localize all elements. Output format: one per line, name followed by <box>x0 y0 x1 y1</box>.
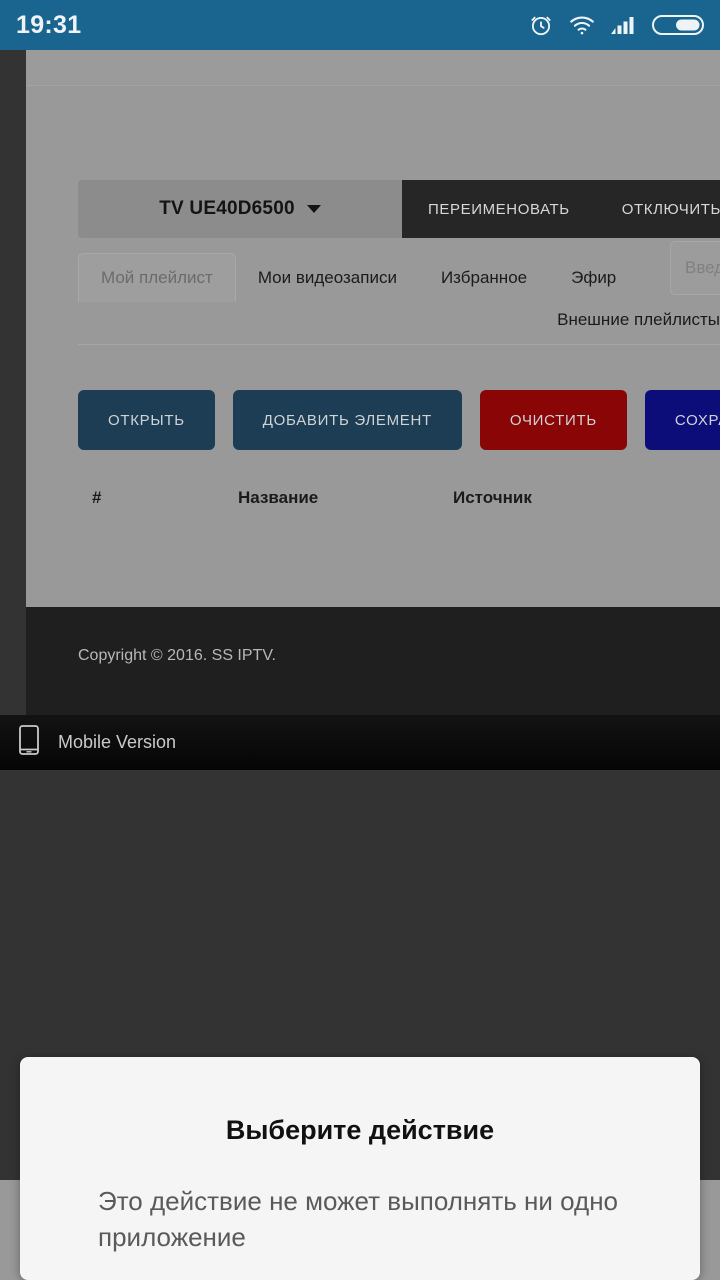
alarm-clock-icon <box>528 12 554 38</box>
mobile-version-bar[interactable]: Mobile Version <box>0 715 720 770</box>
chevron-down-icon <box>306 205 321 213</box>
phone-screen: 19:31 TV UE40D6500 ПЕРЕИМЕНОВАТЬ ОТКЛЮЧИ… <box>0 0 720 1280</box>
page-footer: Copyright © 2016. SS IPTV. <box>26 607 720 715</box>
wifi-icon <box>568 13 596 37</box>
disconnect-button[interactable]: ОТКЛЮЧИТЬ <box>595 180 720 238</box>
dialog-title: Выберите действие <box>225 1115 495 1145</box>
column-header-source: Источник <box>453 488 532 507</box>
tab-my-playlist[interactable]: Мой плейлист <box>78 253 236 302</box>
rename-button[interactable]: ПЕРЕИМЕНОВАТЬ <box>402 180 596 238</box>
device-select-dropdown[interactable]: TV UE40D6500 <box>78 180 402 238</box>
clear-button[interactable]: ОЧИСТИТЬ <box>479 390 627 450</box>
tab-live[interactable]: Эфир <box>549 254 638 302</box>
add-element-button[interactable]: ДОБАВИТЬ ЭЛЕМЕНТ <box>232 390 462 450</box>
status-bar-clock: 19:31 <box>16 10 82 39</box>
action-buttons: ОТКРЫТЬ ДОБАВИТЬ ЭЛЕМЕНТ ОЧИСТИТЬ СОХРАН… <box>78 390 720 450</box>
signal-bars-icon <box>610 14 638 36</box>
playlist-tabs: Мой плейлист Мои видеозаписи Избранное Э… <box>78 253 638 302</box>
external-playlists-label: Внешние плейлисты <box>557 310 720 329</box>
page-top-strip <box>26 50 720 85</box>
dialog-message: Это действие не может выполнять ни одно … <box>98 1186 619 1252</box>
page-left-gutter <box>0 50 26 715</box>
battery-icon <box>652 13 704 37</box>
status-bar: 19:31 <box>0 0 720 50</box>
choose-action-dialog: Выберите действие Это действие не может … <box>20 1057 700 1280</box>
device-row: TV UE40D6500 ПЕРЕИМЕНОВАТЬ ОТКЛЮЧИТЬ <box>78 180 720 238</box>
page-divider-top <box>26 85 720 86</box>
status-bar-icons <box>528 12 704 38</box>
column-header-name: Название <box>238 488 319 507</box>
mobile-version-label: Mobile Version <box>58 732 177 752</box>
external-playlist-input[interactable]: Введите <box>670 241 720 295</box>
save-button[interactable]: СОХРАНИТЬ <box>644 390 720 450</box>
column-header-number: # <box>92 488 102 507</box>
playlist-table-header: # Название Источник <box>78 488 720 508</box>
open-button[interactable]: ОТКРЫТЬ <box>78 390 215 450</box>
phone-icon <box>18 724 40 761</box>
device-name-label: TV UE40D6500 <box>159 198 295 219</box>
tab-my-videos[interactable]: Мои видеозаписи <box>236 254 419 302</box>
copyright-text: Copyright © 2016. SS IPTV. <box>78 647 276 664</box>
web-page-content: TV UE40D6500 ПЕРЕИМЕНОВАТЬ ОТКЛЮЧИТЬ Мой… <box>26 50 720 607</box>
page-divider-middle <box>78 344 720 345</box>
tab-favorites[interactable]: Избранное <box>419 254 549 302</box>
